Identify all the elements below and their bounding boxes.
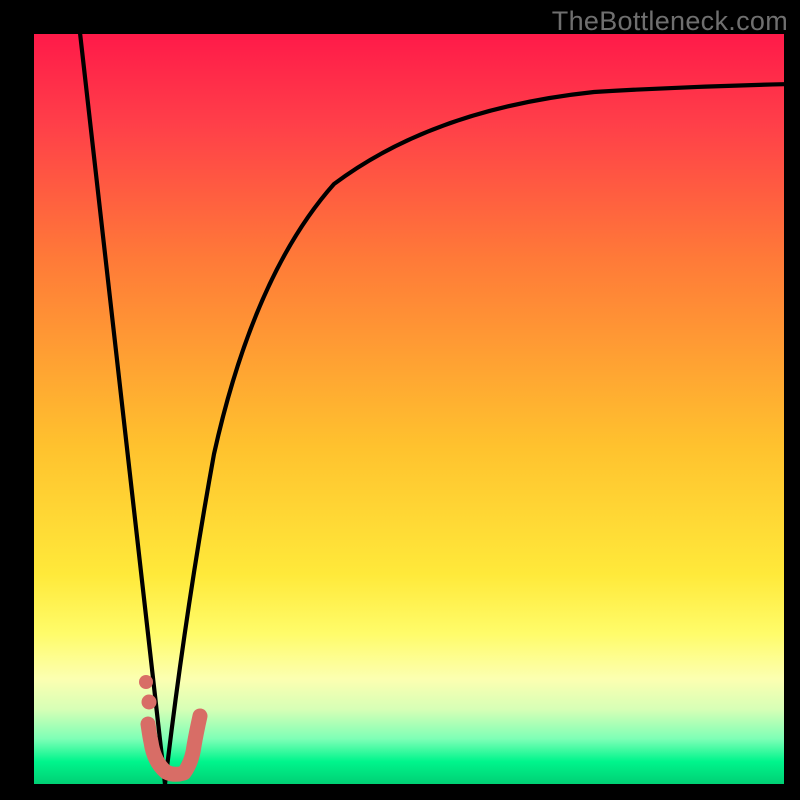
- marker-dot-lower: [142, 695, 157, 710]
- right-curve: [165, 84, 784, 784]
- left-line: [79, 34, 165, 784]
- marker-dot-upper: [139, 675, 153, 689]
- plot-area: [34, 34, 784, 784]
- curve-layer: [34, 34, 784, 784]
- chart-frame: TheBottleneck.com: [0, 0, 800, 800]
- watermark-text: TheBottleneck.com: [552, 6, 788, 37]
